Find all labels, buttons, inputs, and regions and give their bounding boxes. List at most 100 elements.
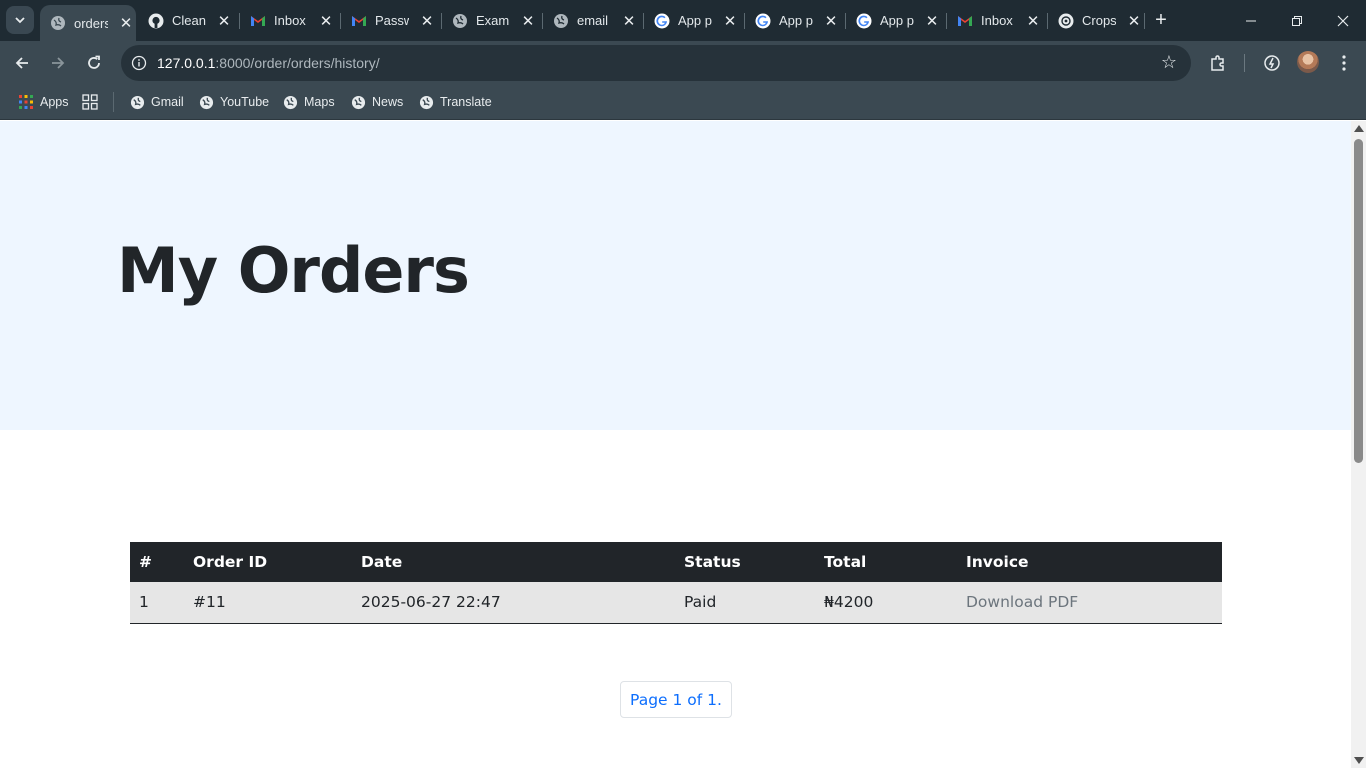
gmail-icon [351, 13, 367, 29]
tab[interactable]: Passw ✕ [341, 0, 437, 41]
close-icon[interactable]: ✕ [1025, 13, 1041, 30]
tab-active[interactable]: orders ✕ [40, 5, 136, 41]
more-vertical-icon [1342, 55, 1346, 71]
tab-search-button[interactable] [6, 6, 34, 34]
page-title: My Orders [117, 234, 470, 307]
arrow-left-icon [15, 57, 28, 69]
puzzle-icon [1211, 55, 1224, 71]
profile-avatar[interactable] [1297, 51, 1319, 73]
google-icon [856, 13, 872, 29]
tab-title: Inbox [981, 13, 1013, 28]
close-icon[interactable]: ✕ [924, 13, 940, 30]
scroll-thumb[interactable] [1354, 139, 1363, 463]
restore-button[interactable] [1274, 0, 1320, 41]
grid-icon [82, 94, 98, 110]
tab[interactable]: Crops ✕ [1048, 0, 1144, 41]
close-icon[interactable]: ✕ [216, 13, 232, 30]
extensions-button[interactable] [1206, 51, 1230, 75]
bookmark-label: News [372, 95, 404, 109]
bookmark-apps[interactable]: Apps [18, 91, 69, 113]
tab[interactable]: App p ✕ [644, 0, 740, 41]
cell-status: Paid [675, 582, 815, 624]
tab-title: Examp [476, 13, 510, 28]
bookmark-label: Apps [40, 95, 69, 109]
bookmark-translate[interactable]: Translate [418, 91, 492, 113]
back-button[interactable] [8, 49, 36, 77]
reload-icon [88, 55, 100, 69]
url-text: 127.0.0.1:8000/order/orders/history/ [157, 55, 380, 71]
performance-button[interactable] [1260, 51, 1284, 75]
gmail-icon [957, 13, 973, 29]
cell-date: 2025-06-27 22:47 [352, 582, 675, 624]
reload-button[interactable] [80, 49, 108, 77]
bookmark-news[interactable]: News [350, 91, 403, 113]
column-header-order-id: Order ID [184, 542, 352, 582]
bookmark-label: YouTube [220, 95, 270, 109]
close-icon[interactable]: ✕ [1126, 13, 1142, 30]
scroll-down-arrow[interactable] [1354, 757, 1364, 764]
google-icon [755, 13, 771, 29]
scroll-up-arrow[interactable] [1354, 125, 1364, 132]
tab[interactable]: Examp ✕ [442, 0, 538, 41]
pagination-indicator: Page 1 of 1. [620, 681, 732, 718]
bookmark-youtube[interactable]: YouTube [198, 91, 269, 113]
cell-order-id: #11 [184, 582, 352, 624]
bookmark-maps[interactable]: Maps [282, 91, 335, 113]
close-icon[interactable]: ✕ [621, 13, 637, 30]
tab-title: orders [74, 15, 108, 31]
bookmark-star-icon[interactable]: ☆ [1161, 53, 1177, 71]
apps-grid-icon [18, 94, 34, 110]
tab[interactable]: App p ✕ [846, 0, 942, 41]
close-icon [1337, 15, 1349, 26]
column-header-invoice: Invoice [957, 542, 1222, 582]
new-tab-button[interactable]: + [1150, 10, 1172, 32]
cell-invoice: Download PDF [957, 582, 1222, 624]
menu-button[interactable] [1332, 51, 1356, 75]
globe-icon [418, 94, 434, 110]
tab[interactable]: Inbox ✕ [240, 0, 336, 41]
cell-number: 1 [130, 582, 184, 624]
page-scrollbar[interactable] [1351, 121, 1366, 768]
column-header-status: Status [675, 542, 815, 582]
bookmark-label: Translate [440, 95, 492, 109]
close-icon[interactable]: ✕ [118, 15, 134, 32]
globe-icon [198, 94, 214, 110]
globe-icon [282, 94, 298, 110]
minimize-button[interactable] [1228, 0, 1274, 41]
arrow-right-icon [52, 57, 65, 69]
browser-toolbar: 127.0.0.1:8000/order/orders/history/ ☆ [0, 41, 1366, 85]
globe-icon [452, 13, 468, 29]
forward-button[interactable] [44, 49, 72, 77]
address-bar[interactable]: 127.0.0.1:8000/order/orders/history/ ☆ [121, 45, 1191, 81]
url-host: 127.0.0.1 [157, 55, 216, 71]
bookmark-label: Maps [304, 95, 335, 109]
tab-groups-button[interactable] [82, 91, 104, 113]
bookmark-label: Gmail [151, 95, 184, 109]
github-icon [148, 13, 164, 29]
site-info-icon[interactable] [125, 55, 153, 71]
tab[interactable]: App p ✕ [745, 0, 841, 41]
tab-title: Clean [172, 13, 206, 28]
table-header-row: # Order ID Date Status Total Invoice [130, 542, 1222, 582]
globe-icon [350, 94, 366, 110]
tab[interactable]: Clean ✕ [138, 0, 234, 41]
tab-title: App p [779, 13, 813, 28]
close-window-button[interactable] [1320, 0, 1366, 41]
globe-icon [129, 94, 145, 110]
hero-banner: My Orders [0, 121, 1351, 430]
tab-title: App p [880, 13, 914, 28]
download-pdf-link[interactable]: Download PDF [966, 593, 1078, 611]
google-icon [654, 13, 670, 29]
globe-icon [553, 13, 569, 29]
tab[interactable]: Inbox ✕ [947, 0, 1043, 41]
tab-strip: orders ✕ Clean ✕ Inbox ✕ Passw ✕ Examp ✕… [0, 0, 1366, 41]
bookmark-gmail[interactable]: Gmail [129, 91, 184, 113]
tab[interactable]: email ✕ [543, 0, 639, 41]
close-icon[interactable]: ✕ [419, 13, 435, 30]
close-icon[interactable]: ✕ [318, 13, 334, 30]
openai-icon [1058, 13, 1074, 29]
table-row: 1 #11 2025-06-27 22:47 Paid ₦4200 Downlo… [130, 582, 1222, 624]
close-icon[interactable]: ✕ [823, 13, 839, 30]
close-icon[interactable]: ✕ [520, 13, 536, 30]
close-icon[interactable]: ✕ [722, 13, 738, 30]
